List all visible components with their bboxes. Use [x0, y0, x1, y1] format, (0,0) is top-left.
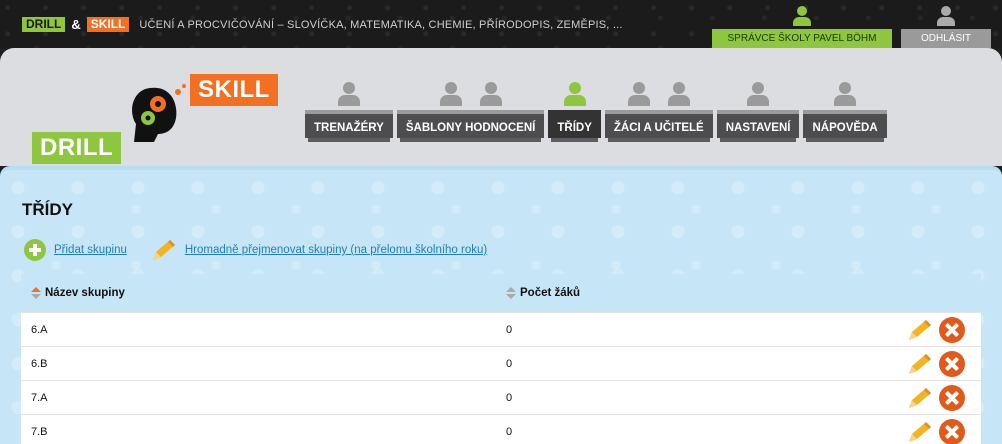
student-count: 0: [506, 324, 513, 336]
column-header-name[interactable]: Název skupiny: [31, 274, 125, 312]
header-panel: DRILL SKILL TRENAŽÉRY ŠABLONY HODNOCENÍ: [0, 48, 1002, 166]
bulk-rename-link[interactable]: Hromadně přejmenovat skupiny (na přelomu…: [185, 244, 487, 256]
content-area: TŘÍDY Přidat skupinu Hromadně přejmenova…: [0, 166, 1002, 444]
nav-label: ŠABLONY HODNOCENÍ: [396, 110, 545, 138]
groups-table: Název skupiny Počet žáků 6.A 0 6.B 0 7.A…: [21, 274, 981, 444]
nav-trenazery[interactable]: TRENAŽÉRY: [305, 82, 393, 142]
nav-label: ŽÁCI A UČITELÉ: [604, 110, 713, 138]
column-header-count[interactable]: Počet žáků: [506, 274, 580, 312]
person-icon: [439, 82, 462, 106]
edit-pencil-icon[interactable]: [907, 318, 933, 342]
brand-tagline: UČENÍ A PROCVIČOVÁNÍ – SLOVÍČKA, MATEMAT…: [139, 18, 623, 31]
top-bar: DRILL & SKILL UČENÍ A PROCVIČOVÁNÍ – SLO…: [0, 0, 1002, 48]
student-count: 0: [506, 426, 513, 438]
person-icon: [479, 82, 502, 106]
table-row: 7.B 0: [21, 414, 981, 444]
bulk-rename-action[interactable]: Hromadně přejmenovat skupiny (na přelomu…: [151, 238, 487, 262]
group-name: 6.A: [31, 324, 48, 336]
student-count: 0: [506, 358, 513, 370]
table-row: 7.A 0: [21, 380, 981, 414]
pencil-icon[interactable]: [151, 238, 177, 262]
person-icon: [667, 82, 690, 106]
add-group-action[interactable]: Přidat skupinu: [24, 239, 127, 261]
person-icon: [627, 82, 650, 106]
nav-napoveda[interactable]: NÁPOVĚDA: [803, 82, 887, 142]
top-brand[interactable]: DRILL & SKILL UČENÍ A PROCVIČOVÁNÍ – SLO…: [22, 17, 623, 32]
user-icon: [935, 4, 957, 26]
page-title: TŘÍDY: [22, 200, 73, 219]
edit-pencil-icon[interactable]: [907, 352, 933, 376]
main-nav: TRENAŽÉRY ŠABLONY HODNOCENÍ TŘÍDY ŽÁCI A…: [305, 82, 887, 142]
edit-pencil-icon[interactable]: [907, 420, 933, 444]
delete-icon[interactable]: [939, 419, 965, 444]
nav-label: NASTAVENÍ: [716, 110, 800, 138]
nav-sablony-hodnoceni[interactable]: ŠABLONY HODNOCENÍ: [396, 82, 545, 142]
drill-skill-logo[interactable]: DRILL SKILL: [32, 74, 278, 166]
nav-zaci-a-ucitele[interactable]: ŽÁCI A UČITELÉ: [604, 82, 713, 142]
brand-drill: DRILL: [22, 17, 66, 32]
logo-drill: DRILL: [32, 132, 122, 164]
nav-label: TŘÍDY: [548, 110, 601, 138]
person-icon: [834, 82, 857, 106]
school-admin-button[interactable]: SPRÁVCE ŠKOLY PAVEL BÖHM: [712, 29, 892, 48]
group-name: 7.B: [31, 426, 48, 438]
plus-icon[interactable]: [24, 239, 46, 261]
column-label: Počet žáků: [520, 287, 581, 299]
table-row: 6.A 0: [21, 312, 981, 346]
delete-icon[interactable]: [939, 385, 965, 411]
edit-pencil-icon[interactable]: [907, 386, 933, 410]
actions-bar: Přidat skupinu Hromadně přejmenovat skup…: [24, 238, 511, 262]
group-name: 7.A: [31, 392, 48, 404]
brand-skill: SKILL: [86, 17, 130, 32]
nav-tridy[interactable]: TŘÍDY: [548, 82, 601, 142]
group-name: 6.B: [31, 358, 48, 370]
logout-button[interactable]: ODHLÁSIT: [901, 29, 991, 48]
teacher-icon: [563, 82, 586, 106]
table-row: 6.B 0: [21, 346, 981, 380]
teacher-icon: [791, 4, 813, 26]
sort-icon[interactable]: [506, 287, 516, 299]
nav-label: TRENAŽÉRY: [305, 110, 393, 138]
person-icon: [747, 82, 770, 106]
sort-icon[interactable]: [31, 287, 41, 299]
delete-icon[interactable]: [939, 317, 965, 343]
nav-nastaveni[interactable]: NASTAVENÍ: [716, 82, 800, 142]
table-header: Název skupiny Počet žáků: [21, 274, 981, 312]
student-count: 0: [506, 392, 513, 404]
person-icon: [337, 82, 360, 106]
logo-skill: SKILL: [190, 74, 278, 106]
nav-label: NÁPOVĚDA: [803, 110, 887, 138]
delete-icon[interactable]: [939, 351, 965, 377]
brand-ampersand: &: [71, 17, 81, 32]
column-label: Název skupiny: [45, 287, 125, 299]
add-group-link[interactable]: Přidat skupinu: [54, 244, 127, 256]
